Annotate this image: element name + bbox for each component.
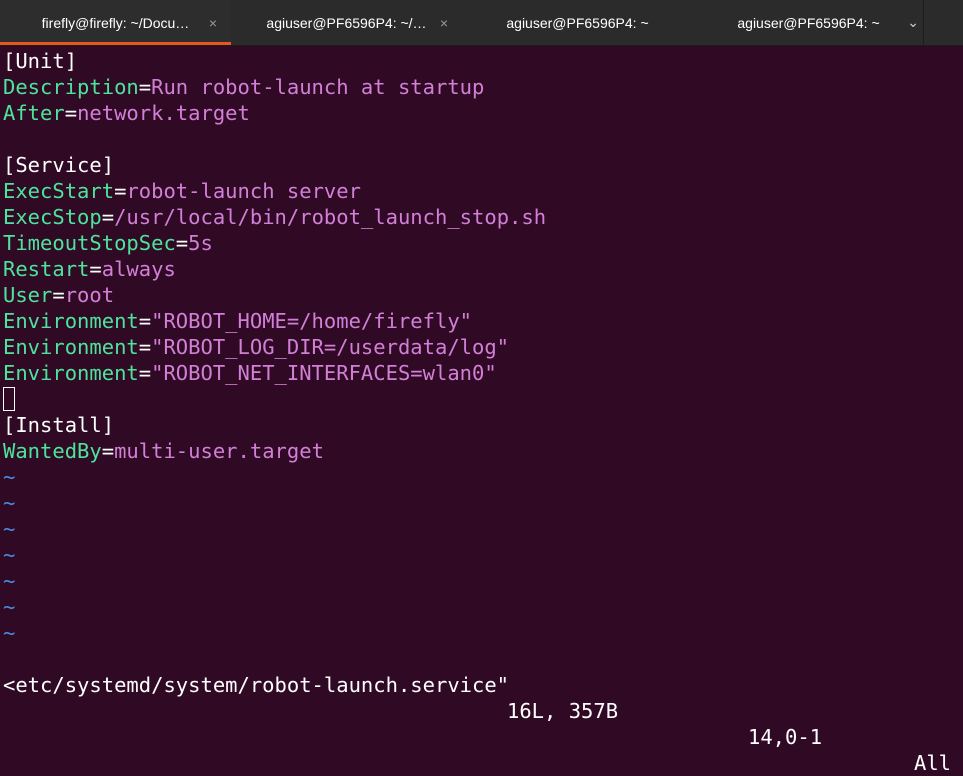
file-line: WantedBy=multi-user.target xyxy=(0,438,963,464)
config-key: After xyxy=(3,101,65,125)
file-line: After=network.target xyxy=(0,100,963,126)
tab-agiuser-3[interactable]: agiuser@PF6596P4: ~ xyxy=(693,0,924,45)
config-key: WantedBy xyxy=(3,439,102,463)
config-key: Description xyxy=(3,75,139,99)
equals-sign: = xyxy=(114,179,127,203)
close-icon[interactable]: × xyxy=(440,16,448,30)
config-value: root xyxy=(64,283,115,307)
equals-sign: = xyxy=(175,231,189,255)
config-key: Environment xyxy=(3,335,139,359)
config-key: Environment xyxy=(3,309,139,333)
config-value: Run robot-launch at startup xyxy=(151,75,485,99)
empty-line-marker: ~ xyxy=(0,464,963,490)
file-line-empty xyxy=(0,126,963,152)
file-line: Description=Run robot-launch at startup xyxy=(0,74,963,100)
file-line-cursor xyxy=(0,386,963,412)
empty-line-marker: ~ xyxy=(0,542,963,568)
file-line: User=root xyxy=(0,282,963,308)
section-header: [Service] xyxy=(3,153,115,177)
config-key: User xyxy=(3,283,53,307)
config-value: multi-user.target xyxy=(114,439,324,463)
text-cursor xyxy=(3,387,15,411)
config-key: ExecStop xyxy=(3,205,102,229)
file-line: Environment="ROBOT_LOG_DIR=/userdata/log… xyxy=(0,334,963,360)
file-line: Environment="ROBOT_HOME=/home/firefly" xyxy=(0,308,963,334)
equals-sign: = xyxy=(52,283,65,307)
tilde-marker: ~ xyxy=(3,517,16,541)
tab-agiuser-2[interactable]: agiuser@PF6596P4: ~ xyxy=(462,0,693,45)
equals-sign: = xyxy=(89,257,102,281)
equals-sign: = xyxy=(138,309,152,333)
file-line: Environment="ROBOT_NET_INTERFACES=wlan0" xyxy=(0,360,963,386)
config-key: TimeoutStopSec xyxy=(3,231,176,255)
vim-editor[interactable]: [Unit] Description=Run robot-launch at s… xyxy=(0,48,963,646)
status-cursor-position: 14,0-1 xyxy=(748,725,823,749)
equals-sign: = xyxy=(101,205,115,229)
config-value: 5s xyxy=(188,231,213,255)
config-value: /usr/local/bin/robot_launch_stop.sh xyxy=(114,205,547,229)
tilde-marker: ~ xyxy=(3,595,16,619)
tab-firefly-docs[interactable]: firefly@firefly: ~/Docu… × xyxy=(0,0,231,45)
empty-line-marker: ~ xyxy=(0,620,963,646)
file-line: Restart=always xyxy=(0,256,963,282)
config-value: robot-launch server xyxy=(126,179,361,203)
config-key: Restart xyxy=(3,257,90,281)
file-line: [Unit] xyxy=(0,48,963,74)
tab-bar: firefly@firefly: ~/Docu… × agiuser@PF659… xyxy=(0,0,963,46)
status-file-path: <etc/systemd/system/robot-launch.service… xyxy=(3,673,510,697)
config-value: network.target xyxy=(77,101,250,125)
tilde-marker: ~ xyxy=(3,569,16,593)
config-value: always xyxy=(101,257,176,281)
equals-sign: = xyxy=(64,101,78,125)
status-scroll-position: All xyxy=(914,751,952,775)
empty-line-marker: ~ xyxy=(0,490,963,516)
empty-line-marker: ~ xyxy=(0,568,963,594)
tilde-marker: ~ xyxy=(3,543,16,567)
status-line-count: 16L, 357B xyxy=(507,699,619,723)
tab-label: agiuser@PF6596P4: ~ xyxy=(737,14,880,31)
tab-overflow-area xyxy=(923,0,963,46)
file-line: [Service] xyxy=(0,152,963,178)
empty-line-marker: ~ xyxy=(0,516,963,542)
equals-sign: = xyxy=(138,335,152,359)
tilde-marker: ~ xyxy=(3,621,16,645)
section-header: [Install] xyxy=(3,413,115,437)
config-value: "ROBOT_HOME=/home/firefly" xyxy=(151,309,473,333)
file-line: ExecStart=robot-launch server xyxy=(0,178,963,204)
tab-label: firefly@firefly: ~/Docu… xyxy=(41,14,190,31)
close-icon[interactable]: × xyxy=(209,16,217,30)
file-line: ExecStop=/usr/local/bin/robot_launch_sto… xyxy=(0,204,963,230)
tilde-marker: ~ xyxy=(3,491,16,515)
config-key: Environment xyxy=(3,361,139,385)
config-key: ExecStart xyxy=(3,179,115,203)
equals-sign: = xyxy=(138,75,152,99)
tab-agiuser-1[interactable]: agiuser@PF6596P4: ~/… × xyxy=(231,0,462,45)
chevron-down-icon[interactable]: ⌄ xyxy=(907,14,919,31)
file-line: [Install] xyxy=(0,412,963,438)
file-line: TimeoutStopSec=5s xyxy=(0,230,963,256)
empty-line-marker: ~ xyxy=(0,594,963,620)
tab-label: agiuser@PF6596P4: ~/… xyxy=(266,14,427,31)
config-value: "ROBOT_LOG_DIR=/userdata/log" xyxy=(151,335,510,359)
vim-status-line: <etc/systemd/system/robot-launch.service… xyxy=(0,646,963,775)
config-value: "ROBOT_NET_INTERFACES=wlan0" xyxy=(151,361,497,385)
equals-sign: = xyxy=(138,361,152,385)
tab-label: agiuser@PF6596P4: ~ xyxy=(506,14,649,31)
section-header: [Unit] xyxy=(3,49,78,73)
tilde-marker: ~ xyxy=(3,465,16,489)
equals-sign: = xyxy=(101,439,115,463)
